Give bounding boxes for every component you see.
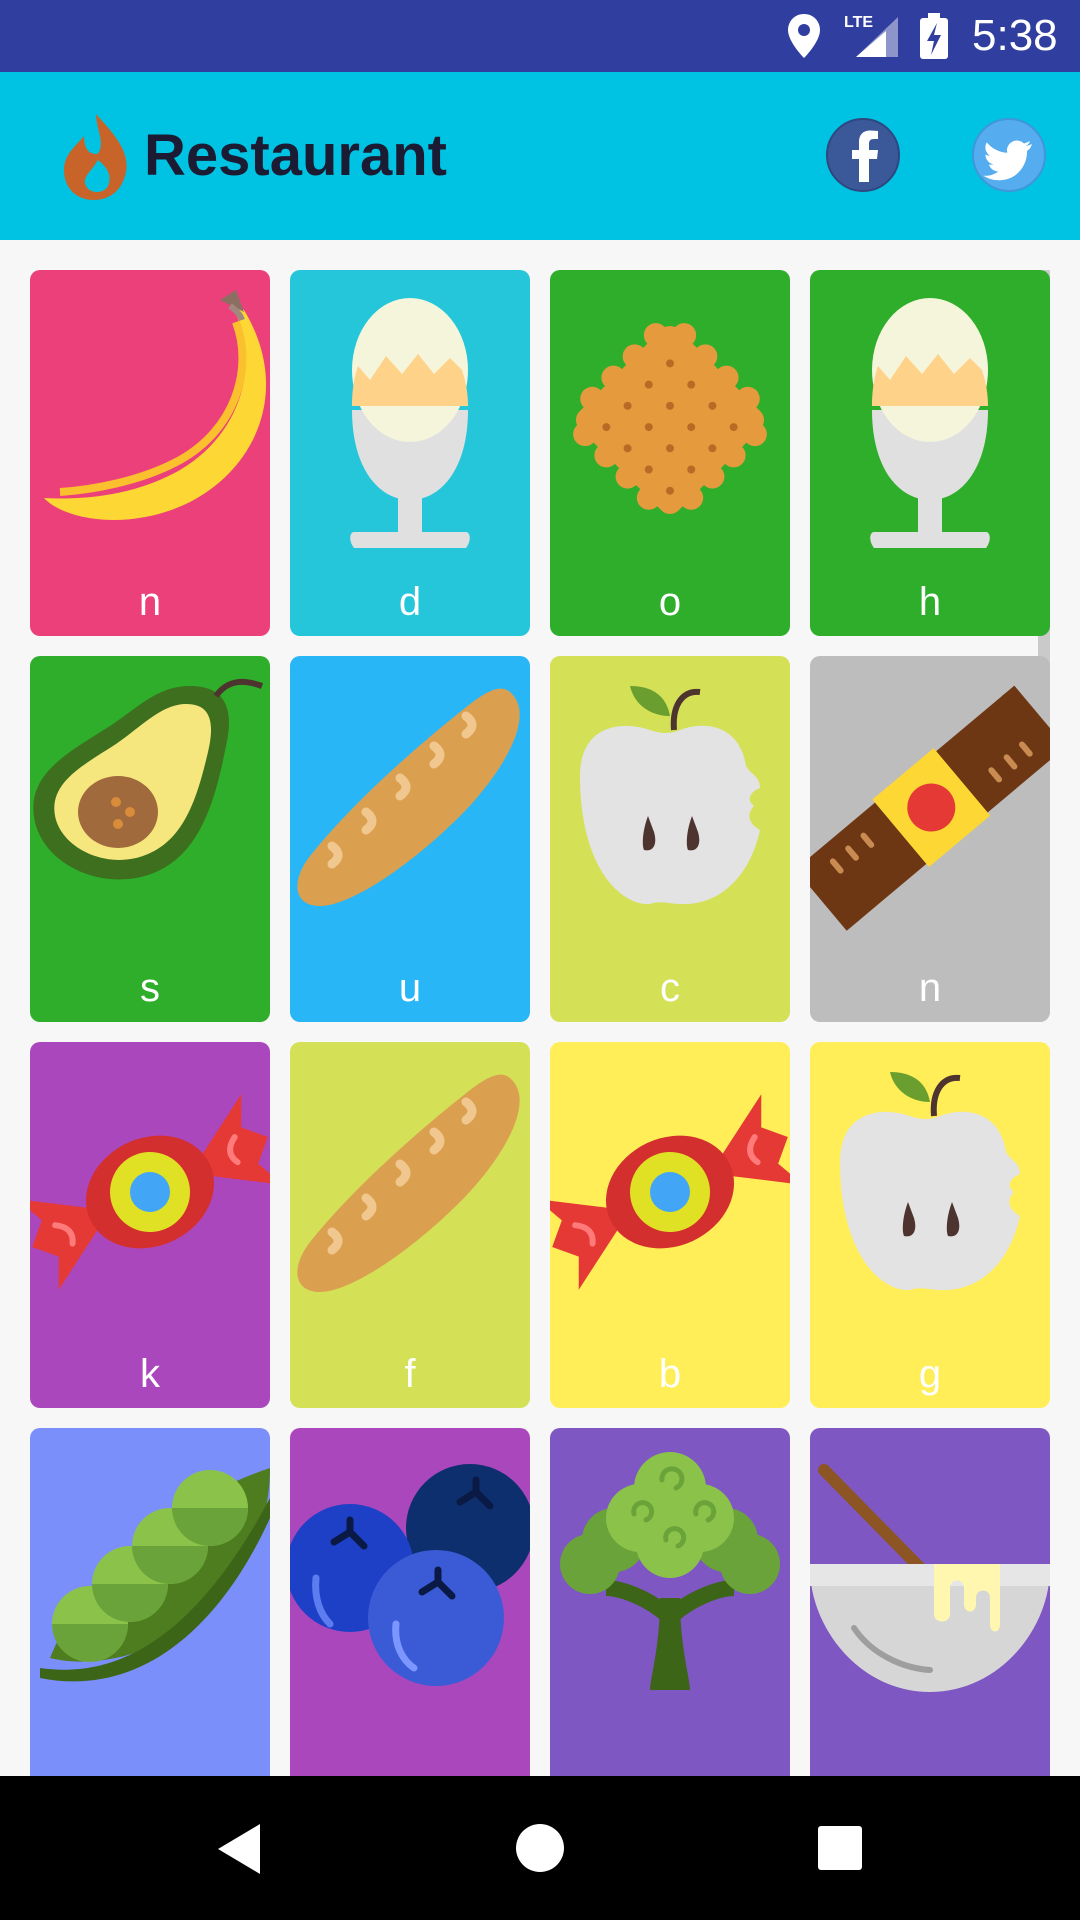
food-card[interactable]: g xyxy=(810,1042,1050,1408)
back-icon xyxy=(218,1824,260,1874)
twitter-button[interactable] xyxy=(972,118,1046,192)
banana-icon xyxy=(44,290,267,520)
blueberries-icon xyxy=(290,1464,530,1686)
candy-icon xyxy=(550,1094,790,1290)
food-card[interactable]: k xyxy=(30,1042,270,1408)
food-grid[interactable]: n d o h s u c n k f b g xyxy=(0,240,1080,1776)
cracker-icon xyxy=(573,323,767,515)
app-bar: Restaurant xyxy=(0,72,1080,240)
mixing-bowl-icon xyxy=(810,1464,1050,1692)
home-button[interactable] xyxy=(480,1776,600,1920)
card-letter: f xyxy=(404,1352,416,1396)
card-letter: n xyxy=(138,580,162,624)
card-letter: b xyxy=(658,1352,682,1396)
food-card[interactable]: f xyxy=(290,1042,530,1408)
food-card[interactable]: o xyxy=(550,270,790,636)
broccoli-icon xyxy=(560,1452,780,1690)
recents-button[interactable] xyxy=(780,1776,900,1920)
apple-icon xyxy=(840,1072,1020,1291)
card-letter: n xyxy=(918,966,942,1010)
card-letter: d xyxy=(398,580,422,624)
food-card[interactable]: u xyxy=(290,656,530,1022)
card-letter: k xyxy=(140,1352,160,1396)
card-letter: h xyxy=(918,580,942,624)
food-card[interactable] xyxy=(550,1428,790,1776)
boiled-egg-icon xyxy=(350,298,470,548)
chocolate-bar-icon xyxy=(810,685,1050,931)
status-bar: LTE 5:38 xyxy=(0,0,1080,72)
card-letter: c xyxy=(660,966,680,1010)
flame-icon xyxy=(60,110,132,202)
card-letter: o xyxy=(658,580,682,624)
boiled-egg-icon xyxy=(870,298,990,548)
food-card[interactable]: d xyxy=(290,270,530,636)
facebook-button[interactable] xyxy=(826,118,900,192)
card-letter xyxy=(30,1732,270,1776)
food-card[interactable] xyxy=(30,1428,270,1776)
clock-time: 5:38 xyxy=(972,11,1058,60)
avocado-icon xyxy=(33,678,264,880)
food-card[interactable]: c xyxy=(550,656,790,1022)
baguette-icon xyxy=(297,1074,520,1292)
network-label: LTE xyxy=(844,14,873,31)
card-letter: g xyxy=(918,1352,942,1396)
recents-icon xyxy=(818,1826,862,1870)
food-card[interactable] xyxy=(290,1428,530,1776)
card-letter xyxy=(810,1732,1050,1776)
apple-icon xyxy=(580,686,760,905)
card-letter: s xyxy=(140,966,160,1010)
food-card[interactable] xyxy=(810,1428,1050,1776)
navigation-bar xyxy=(0,1776,1080,1920)
card-letter: u xyxy=(398,966,422,1010)
battery-icon xyxy=(918,0,950,72)
food-card[interactable]: h xyxy=(810,270,1050,636)
food-card[interactable]: n xyxy=(810,656,1050,1022)
candy-icon xyxy=(30,1094,270,1290)
card-letter xyxy=(550,1732,790,1776)
card-letter xyxy=(290,1732,530,1776)
back-button[interactable] xyxy=(180,1776,300,1920)
baguette-icon xyxy=(297,688,520,906)
food-card[interactable]: n xyxy=(30,270,270,636)
app-title: Restaurant xyxy=(144,123,447,188)
location-icon xyxy=(786,0,822,72)
facebook-icon xyxy=(852,130,878,182)
twitter-icon xyxy=(983,140,1032,181)
peas-icon xyxy=(40,1468,270,1682)
home-icon xyxy=(516,1824,564,1872)
food-card[interactable]: b xyxy=(550,1042,790,1408)
signal-icon: LTE xyxy=(842,0,902,72)
food-card[interactable]: s xyxy=(30,656,270,1022)
